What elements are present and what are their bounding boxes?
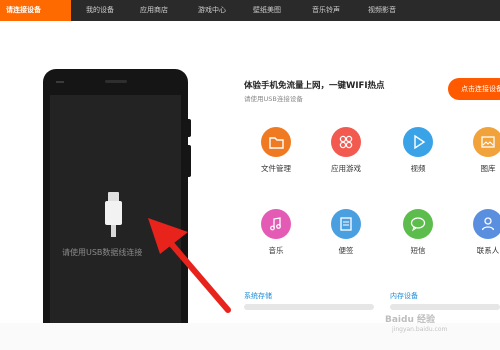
promo-subline: 请使用USB连接设备 — [244, 95, 303, 103]
phone-screen: 请使用USB数据线连接 — [50, 95, 181, 339]
video-label: 视频 — [410, 164, 426, 173]
system-storage-bar — [244, 304, 374, 310]
tab-game-center[interactable]: 游戏中心 — [198, 0, 226, 21]
contacts-button[interactable]: 联系人 — [458, 209, 500, 256]
notes-label: 便签 — [338, 246, 354, 255]
usb-connector-icon — [105, 201, 122, 225]
connect-device-button[interactable]: 点击连接设备 — [448, 78, 500, 100]
note-icon — [331, 209, 361, 239]
notes-button[interactable]: 便签 — [316, 209, 376, 256]
tab-app-store[interactable]: 应用商店 — [140, 0, 168, 21]
memory-storage-bar — [390, 304, 500, 310]
file-manager-label: 文件管理 — [261, 164, 291, 173]
gallery-icon — [473, 127, 500, 157]
tab-music-ringtone[interactable]: 音乐铃声 — [312, 0, 340, 21]
phone-side-button — [188, 119, 191, 137]
apps-games-button[interactable]: 应用游戏 — [316, 127, 376, 174]
music-icon — [261, 209, 291, 239]
message-icon — [403, 209, 433, 239]
usb-hint-text: 请使用USB数据线连接 — [62, 248, 143, 257]
phone-camera — [56, 81, 64, 83]
watermark-url: jingyan.baidu.com — [392, 326, 448, 333]
system-storage-label: 系统存储 — [244, 292, 272, 300]
contacts-label: 联系人 — [476, 246, 500, 255]
watermark-logo: Baidu 经验 — [385, 315, 436, 325]
file-manager-button[interactable]: 文件管理 — [246, 127, 306, 174]
video-button[interactable]: 视频 — [388, 127, 448, 174]
apps-games-label: 应用游戏 — [331, 164, 361, 173]
tab-wallpaper[interactable]: 壁纸美图 — [253, 0, 281, 21]
phone-illustration: 请使用USB数据线连接 — [43, 69, 191, 339]
usb-cable-icon — [111, 225, 116, 237]
music-button[interactable]: 音乐 — [246, 209, 306, 256]
contacts-icon — [473, 209, 500, 239]
memory-storage-label: 内存设备 — [390, 292, 418, 300]
tab-video[interactable]: 视频影音 — [368, 0, 396, 21]
music-label: 音乐 — [268, 246, 284, 255]
sms-button[interactable]: 短信 — [388, 209, 448, 256]
tab-my-device[interactable]: 我的设备 — [86, 0, 114, 21]
gallery-button[interactable]: 图库 — [458, 127, 500, 174]
promo-headline: 体验手机免流量上网，一键WIFI热点 — [244, 81, 385, 91]
tab-connect-device[interactable]: 请连接设备 — [0, 0, 71, 21]
phone-volume-button — [188, 145, 191, 177]
gallery-label: 图库 — [480, 164, 496, 173]
play-icon — [403, 127, 433, 157]
sms-label: 短信 — [410, 246, 426, 255]
apps-icon — [331, 127, 361, 157]
top-nav: 请连接设备 我的设备 应用商店 游戏中心 壁纸美图 音乐铃声 视频影音 — [0, 0, 500, 21]
folder-icon — [261, 127, 291, 157]
phone-earpiece — [105, 80, 127, 83]
